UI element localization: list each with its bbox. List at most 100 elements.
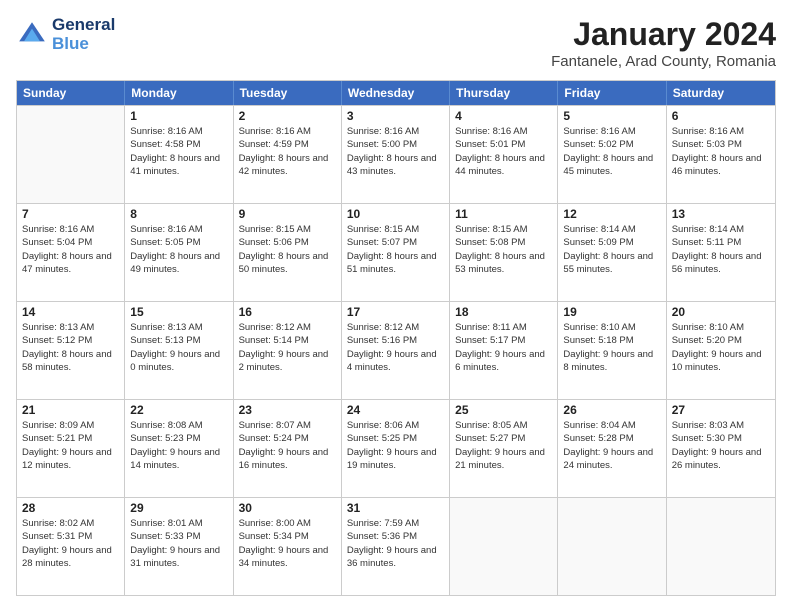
week-row-3: 14 Sunrise: 8:13 AMSunset: 5:12 PMDayligh… xyxy=(17,301,775,399)
cell-info: Sunrise: 8:01 AMSunset: 5:33 PMDaylight:… xyxy=(130,517,227,570)
day-header-saturday: Saturday xyxy=(667,81,775,105)
cell-info: Sunrise: 8:05 AMSunset: 5:27 PMDaylight:… xyxy=(455,419,552,472)
cell-day-number: 12 xyxy=(563,207,660,221)
cell-info: Sunrise: 8:12 AMSunset: 5:16 PMDaylight:… xyxy=(347,321,444,374)
cell-day-number: 26 xyxy=(563,403,660,417)
cell-day-number: 4 xyxy=(455,109,552,123)
calendar-cell: 1 Sunrise: 8:16 AMSunset: 4:58 PMDaylight… xyxy=(125,106,233,203)
calendar-cell: 28 Sunrise: 8:02 AMSunset: 5:31 PMDayligh… xyxy=(17,498,125,595)
calendar-cell: 8 Sunrise: 8:16 AMSunset: 5:05 PMDaylight… xyxy=(125,204,233,301)
day-header-sunday: Sunday xyxy=(17,81,125,105)
calendar-cell: 3 Sunrise: 8:16 AMSunset: 5:00 PMDaylight… xyxy=(342,106,450,203)
cell-day-number: 14 xyxy=(22,305,119,319)
calendar-cell: 12 Sunrise: 8:14 AMSunset: 5:09 PMDayligh… xyxy=(558,204,666,301)
day-header-tuesday: Tuesday xyxy=(234,81,342,105)
cell-day-number: 17 xyxy=(347,305,444,319)
calendar-cell: 18Sunrise: 8:11 AMSunset: 5:17 PMDayligh… xyxy=(450,302,558,399)
cell-day-number: 21 xyxy=(22,403,119,417)
cell-info: Sunrise: 8:16 AMSunset: 5:02 PMDaylight:… xyxy=(563,125,660,178)
cell-day-number: 7 xyxy=(22,207,119,221)
cell-info: Sunrise: 8:07 AMSunset: 5:24 PMDaylight:… xyxy=(239,419,336,472)
cell-day-number: 8 xyxy=(130,207,227,221)
calendar-cell: 6 Sunrise: 8:16 AMSunset: 5:03 PMDaylight… xyxy=(667,106,775,203)
calendar-cell: 10 Sunrise: 8:15 AMSunset: 5:07 PMDayligh… xyxy=(342,204,450,301)
day-header-monday: Monday xyxy=(125,81,233,105)
week-row-1: 1 Sunrise: 8:16 AMSunset: 4:58 PMDaylight… xyxy=(17,105,775,203)
calendar-cell: 5 Sunrise: 8:16 AMSunset: 5:02 PMDaylight… xyxy=(558,106,666,203)
calendar-cell: 22 Sunrise: 8:08 AMSunset: 5:23 PMDayligh… xyxy=(125,400,233,497)
cell-info: Sunrise: 8:12 AMSunset: 5:14 PMDaylight:… xyxy=(239,321,336,374)
week-row-5: 28 Sunrise: 8:02 AMSunset: 5:31 PMDayligh… xyxy=(17,497,775,595)
cell-info: Sunrise: 8:16 AMSunset: 4:58 PMDaylight:… xyxy=(130,125,227,178)
cell-day-number: 1 xyxy=(130,109,227,123)
cell-info: Sunrise: 8:13 AMSunset: 5:12 PMDaylight:… xyxy=(22,321,119,374)
cell-day-number: 11 xyxy=(455,207,552,221)
cell-day-number: 20 xyxy=(672,305,770,319)
calendar-cell: 21Sunrise: 8:09 AMSunset: 5:21 PMDayligh… xyxy=(17,400,125,497)
calendar-cell: 4Sunrise: 8:16 AMSunset: 5:01 PMDaylight… xyxy=(450,106,558,203)
day-header-wednesday: Wednesday xyxy=(342,81,450,105)
calendar-body: 1 Sunrise: 8:16 AMSunset: 4:58 PMDaylight… xyxy=(17,105,775,595)
calendar-cell: 17 Sunrise: 8:12 AMSunset: 5:16 PMDayligh… xyxy=(342,302,450,399)
cell-day-number: 16 xyxy=(239,305,336,319)
cell-info: Sunrise: 8:16 AMSunset: 5:05 PMDaylight:… xyxy=(130,223,227,276)
cell-day-number: 19 xyxy=(563,305,660,319)
cell-day-number: 31 xyxy=(347,501,444,515)
cell-day-number: 24 xyxy=(347,403,444,417)
calendar-cell: 19 Sunrise: 8:10 AMSunset: 5:18 PMDayligh… xyxy=(558,302,666,399)
cell-info: Sunrise: 8:15 AMSunset: 5:08 PMDaylight:… xyxy=(455,223,552,276)
logo-text: General Blue xyxy=(52,16,115,53)
cell-info: Sunrise: 8:03 AMSunset: 5:30 PMDaylight:… xyxy=(672,419,770,472)
cell-info: Sunrise: 8:10 AMSunset: 5:18 PMDaylight:… xyxy=(563,321,660,374)
cell-day-number: 27 xyxy=(672,403,770,417)
cell-info: Sunrise: 8:11 AMSunset: 5:17 PMDaylight:… xyxy=(455,321,552,374)
header: General Blue January 2024 Fantanele, Ara… xyxy=(16,16,776,70)
page-subtitle: Fantanele, Arad County, Romania xyxy=(551,53,776,70)
calendar-cell: 30Sunrise: 8:00 AMSunset: 5:34 PMDayligh… xyxy=(234,498,342,595)
cell-day-number: 3 xyxy=(347,109,444,123)
cell-info: Sunrise: 8:14 AMSunset: 5:11 PMDaylight:… xyxy=(672,223,770,276)
cell-day-number: 10 xyxy=(347,207,444,221)
calendar-cell: 25Sunrise: 8:05 AMSunset: 5:27 PMDayligh… xyxy=(450,400,558,497)
cell-day-number: 22 xyxy=(130,403,227,417)
cell-day-number: 5 xyxy=(563,109,660,123)
cell-info: Sunrise: 8:16 AMSunset: 5:04 PMDaylight:… xyxy=(22,223,119,276)
calendar-cell: 26 Sunrise: 8:04 AMSunset: 5:28 PMDayligh… xyxy=(558,400,666,497)
page-title: January 2024 xyxy=(551,16,776,53)
cell-day-number: 15 xyxy=(130,305,227,319)
cell-day-number: 2 xyxy=(239,109,336,123)
day-header-friday: Friday xyxy=(558,81,666,105)
logo: General Blue xyxy=(16,16,115,53)
cell-info: Sunrise: 8:08 AMSunset: 5:23 PMDaylight:… xyxy=(130,419,227,472)
calendar-cell xyxy=(17,106,125,203)
cell-day-number: 28 xyxy=(22,501,119,515)
calendar-cell: 20 Sunrise: 8:10 AMSunset: 5:20 PMDayligh… xyxy=(667,302,775,399)
calendar: SundayMondayTuesdayWednesdayThursdayFrid… xyxy=(16,80,776,596)
cell-info: Sunrise: 8:04 AMSunset: 5:28 PMDaylight:… xyxy=(563,419,660,472)
cell-day-number: 6 xyxy=(672,109,770,123)
cell-info: Sunrise: 8:10 AMSunset: 5:20 PMDaylight:… xyxy=(672,321,770,374)
calendar-header: SundayMondayTuesdayWednesdayThursdayFrid… xyxy=(17,81,775,105)
calendar-cell: 31 Sunrise: 7:59 AMSunset: 5:36 PMDayligh… xyxy=(342,498,450,595)
cell-info: Sunrise: 8:06 AMSunset: 5:25 PMDaylight:… xyxy=(347,419,444,472)
calendar-cell: 2 Sunrise: 8:16 AMSunset: 4:59 PMDaylight… xyxy=(234,106,342,203)
cell-info: Sunrise: 8:15 AMSunset: 5:07 PMDaylight:… xyxy=(347,223,444,276)
cell-info: Sunrise: 8:16 AMSunset: 5:00 PMDaylight:… xyxy=(347,125,444,178)
calendar-cell xyxy=(450,498,558,595)
cell-day-number: 29 xyxy=(130,501,227,515)
cell-info: Sunrise: 8:16 AMSunset: 5:03 PMDaylight:… xyxy=(672,125,770,178)
title-block: January 2024 Fantanele, Arad County, Rom… xyxy=(551,16,776,70)
calendar-cell: 23Sunrise: 8:07 AMSunset: 5:24 PMDayligh… xyxy=(234,400,342,497)
cell-info: Sunrise: 8:02 AMSunset: 5:31 PMDaylight:… xyxy=(22,517,119,570)
calendar-cell xyxy=(558,498,666,595)
cell-day-number: 13 xyxy=(672,207,770,221)
cell-info: Sunrise: 8:16 AMSunset: 4:59 PMDaylight:… xyxy=(239,125,336,178)
calendar-cell: 14 Sunrise: 8:13 AMSunset: 5:12 PMDayligh… xyxy=(17,302,125,399)
calendar-cell: 24 Sunrise: 8:06 AMSunset: 5:25 PMDayligh… xyxy=(342,400,450,497)
cell-day-number: 9 xyxy=(239,207,336,221)
cell-info: Sunrise: 7:59 AMSunset: 5:36 PMDaylight:… xyxy=(347,517,444,570)
calendar-cell: 9Sunrise: 8:15 AMSunset: 5:06 PMDaylight… xyxy=(234,204,342,301)
page: General Blue January 2024 Fantanele, Ara… xyxy=(0,0,792,612)
cell-info: Sunrise: 8:14 AMSunset: 5:09 PMDaylight:… xyxy=(563,223,660,276)
cell-info: Sunrise: 8:00 AMSunset: 5:34 PMDaylight:… xyxy=(239,517,336,570)
